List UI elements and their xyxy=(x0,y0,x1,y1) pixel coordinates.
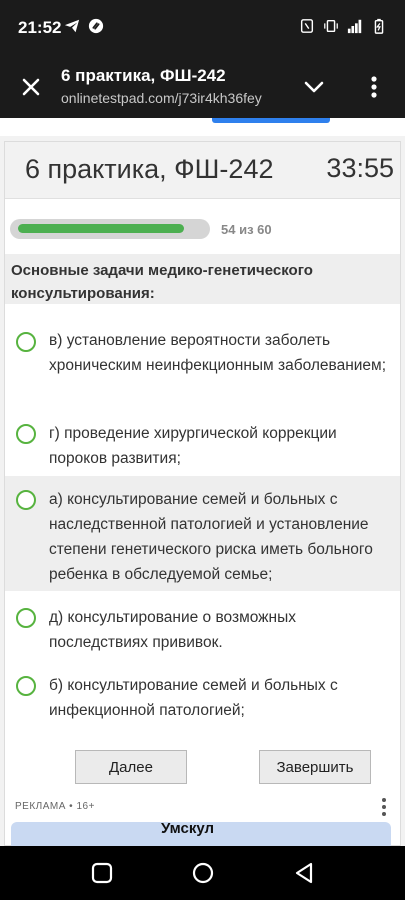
timer: 33:55 xyxy=(326,153,394,183)
progress-bar xyxy=(10,219,210,239)
ad-logo: Умскул xyxy=(161,820,215,837)
option-label: в) установление вероятности заболеть хро… xyxy=(49,332,387,374)
tab-title: 6 практика, ФШ-242 xyxy=(61,66,226,85)
question-text: Основные задачи медико-генетического кон… xyxy=(5,254,400,304)
vibrate-icon xyxy=(324,19,338,33)
answer-option[interactable]: а) консультирование семей и больных с на… xyxy=(5,476,400,591)
radio-button[interactable] xyxy=(16,676,36,696)
tab-url[interactable]: onlinetestpad.com/j73ir4kh36fey xyxy=(61,90,262,106)
nfc-icon xyxy=(300,19,314,33)
radio-button[interactable] xyxy=(16,490,36,510)
test-header: 6 практика, ФШ-242 33:55 xyxy=(5,142,400,199)
radio-button[interactable] xyxy=(16,608,36,628)
option-label: д) консультирование о возможных последст… xyxy=(49,609,297,651)
option-label: б) консультирование семей и больных с ин… xyxy=(49,677,338,719)
progress-text: 54 из 60 xyxy=(221,222,272,237)
telegram-icon xyxy=(64,19,80,33)
answer-option[interactable]: б) консультирование семей и больных с ин… xyxy=(5,662,400,726)
finish-button[interactable]: Завершить xyxy=(259,750,371,784)
status-bar: 21:52 xyxy=(0,0,405,56)
next-button[interactable]: Далее xyxy=(75,750,187,784)
test-card: 6 практика, ФШ-242 33:55 54 из 60 Основн… xyxy=(4,141,401,846)
answer-option[interactable]: г) проведение хирургической коррекции по… xyxy=(5,410,400,474)
battery-icon xyxy=(374,18,384,34)
progress-fill xyxy=(18,224,184,233)
chevron-down-icon[interactable] xyxy=(298,72,330,102)
system-nav-bar xyxy=(0,846,405,900)
shazam-icon xyxy=(88,18,104,34)
more-vert-icon[interactable] xyxy=(360,70,388,104)
ad-label: РЕКЛАМА • 16+ xyxy=(15,801,95,812)
radio-button[interactable] xyxy=(16,332,36,352)
option-label: а) консультирование семей и больных с на… xyxy=(49,491,373,583)
top-button-edge[interactable] xyxy=(212,118,330,123)
answer-option[interactable]: в) установление вероятности заболеть хро… xyxy=(5,318,400,408)
close-icon[interactable] xyxy=(14,70,48,104)
more-vert-icon[interactable] xyxy=(378,796,390,818)
recent-apps-icon[interactable] xyxy=(89,860,115,886)
radio-button[interactable] xyxy=(16,424,36,444)
back-icon[interactable] xyxy=(291,860,317,886)
page-top-strip xyxy=(0,118,405,136)
answer-option[interactable]: д) консультирование о возможных последст… xyxy=(5,595,400,659)
ad-banner[interactable]: Умскул xyxy=(11,820,391,846)
signal-icon xyxy=(347,19,362,34)
browser-toolbar: 6 практика, ФШ-242 onlinetestpad.com/j73… xyxy=(0,56,405,118)
home-icon[interactable] xyxy=(190,860,216,886)
option-label: г) проведение хирургической коррекции по… xyxy=(49,425,337,467)
clock: 21:52 xyxy=(18,18,62,37)
test-title: 6 практика, ФШ-242 xyxy=(25,154,274,184)
web-content: 6 практика, ФШ-242 33:55 54 из 60 Основн… xyxy=(0,118,405,846)
